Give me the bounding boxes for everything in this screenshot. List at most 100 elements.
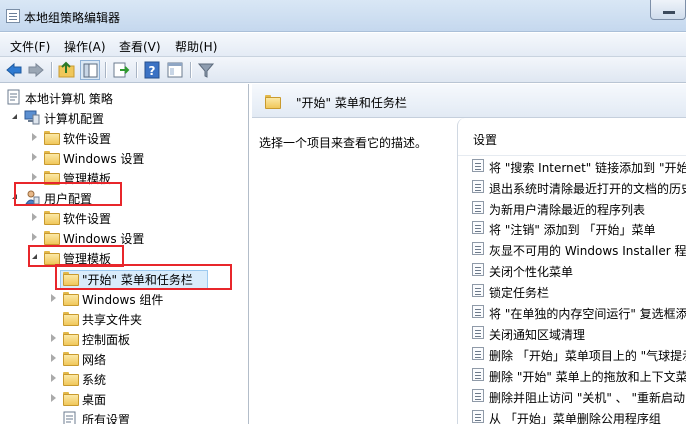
menu-file[interactable]: 文件(F) (10, 38, 50, 55)
collapse-arrow-icon[interactable] (32, 233, 37, 241)
tree-item-windows-components[interactable]: Windows 组件 (0, 288, 248, 308)
tree-item-user-config[interactable]: 用户配置 (0, 187, 248, 207)
properties-icon[interactable] (165, 60, 185, 80)
export-icon[interactable] (111, 60, 131, 80)
filter-icon[interactable] (196, 60, 216, 80)
folder-icon (62, 350, 79, 366)
tree-item-computer-config[interactable]: 计算机配置 (0, 107, 248, 127)
folder-icon (43, 229, 60, 245)
tree-label: "开始" 菜单和任务栏 (82, 273, 193, 287)
setting-icon (472, 284, 484, 297)
tree-item-cc-admin[interactable]: 管理模板 (0, 167, 248, 187)
tree-item-control-panel[interactable]: 控制面板 (0, 328, 248, 348)
tree-item-cc-software[interactable]: 软件设置 (0, 127, 248, 147)
collapse-arrow-icon[interactable] (51, 394, 56, 402)
forward-icon[interactable] (26, 60, 46, 80)
setting-row[interactable]: 为新用户清除最近的程序列表 (458, 198, 686, 218)
setting-row[interactable]: 将 "注销" 添加到 「开始」菜单 (458, 218, 686, 238)
tree-item-start-menu[interactable]: "开始" 菜单和任务栏 (0, 268, 248, 288)
minimize-button[interactable] (650, 0, 686, 20)
collapse-arrow-icon[interactable] (32, 133, 37, 141)
menu-view[interactable]: 查看(V) (119, 38, 161, 55)
tree-item-cc-windows[interactable]: Windows 设置 (0, 147, 248, 167)
tree-item-root[interactable]: 本地计算机 策略 (0, 87, 248, 107)
tree-item-network[interactable]: 网络 (0, 348, 248, 368)
setting-icon (472, 305, 484, 318)
collapse-arrow-icon[interactable] (32, 213, 37, 221)
tree-label: 用户配置 (44, 192, 93, 206)
setting-row[interactable]: 将 "搜索 Internet" 链接添加到 "开始 (458, 156, 686, 176)
expand-arrow-icon[interactable] (12, 114, 17, 119)
setting-row[interactable]: 删除并阻止访问 "关机" 、 "重新启动 (458, 386, 686, 406)
menu-help[interactable]: 帮助(H) (175, 38, 217, 55)
setting-row[interactable]: 将 "在单独的内存空间运行" 复选框添 (458, 302, 686, 322)
folder-icon (43, 149, 60, 165)
tree-item-all-settings[interactable]: 所有设置 (0, 408, 248, 424)
tree-label: Windows 设置 (63, 232, 145, 246)
collapse-arrow-icon[interactable] (32, 153, 37, 161)
svg-text:?: ? (149, 64, 156, 78)
tree-label: 网络 (82, 353, 107, 367)
setting-row[interactable]: 关闭通知区域清理 (458, 323, 686, 343)
setting-label: 删除 「开始」菜单项目上的 "气球提示 (489, 349, 686, 363)
setting-row[interactable]: 删除 「开始」菜单项目上的 "气球提示 (458, 344, 686, 364)
setting-icon (472, 201, 484, 214)
setting-label: 关闭通知区域清理 (489, 328, 586, 342)
setting-label: 灰显不可用的 Windows Installer 程序 (489, 244, 686, 258)
details-title: "开始" 菜单和任务栏 (296, 96, 407, 110)
menu-bar: 文件(F) 操作(A) 查看(V) 帮助(H) (0, 33, 686, 57)
collapse-arrow-icon[interactable] (32, 173, 37, 181)
setting-row[interactable]: 退出系统时清除最近打开的文档的历史 (458, 177, 686, 197)
setting-label: 退出系统时清除最近打开的文档的历史 (489, 182, 686, 196)
folder-icon (43, 169, 60, 185)
window-title: 本地组策略编辑器 (24, 11, 121, 25)
tree-item-uc-software[interactable]: 软件设置 (0, 207, 248, 227)
collapse-arrow-icon[interactable] (51, 294, 56, 302)
up-folder-icon[interactable] (57, 60, 77, 80)
setting-row[interactable]: 灰显不可用的 Windows Installer 程序 (458, 239, 686, 259)
setting-row[interactable]: 删除 "开始" 菜单上的拖放和上下文菜 (458, 365, 686, 385)
folder-icon (43, 249, 60, 265)
tree-item-system[interactable]: 系统 (0, 368, 248, 388)
menu-action[interactable]: 操作(A) (64, 38, 106, 55)
folder-icon (43, 209, 60, 225)
details-pane: "开始" 菜单和任务栏 选择一个项目来查看它的描述。 设置 将 "搜索 Inte… (252, 84, 686, 424)
setting-row[interactable]: 从 「开始」菜单删除公用程序组 (458, 407, 686, 424)
folder-icon (62, 290, 79, 306)
collapse-arrow-icon[interactable] (51, 354, 56, 362)
back-icon[interactable] (4, 60, 24, 80)
setting-icon (472, 180, 484, 193)
settings-list: 设置 将 "搜索 Internet" 链接添加到 "开始 退出系统时清除最近打开… (457, 118, 686, 424)
setting-label: 将 "搜索 Internet" 链接添加到 "开始 (489, 161, 686, 175)
setting-row[interactable]: 关闭个性化菜单 (458, 260, 686, 280)
folder-icon (264, 93, 281, 109)
folder-icon (62, 270, 79, 286)
folder-icon (62, 390, 79, 406)
help-icon[interactable]: ? (142, 60, 162, 80)
setting-label: 从 「开始」菜单删除公用程序组 (489, 412, 661, 424)
setting-label: 为新用户清除最近的程序列表 (489, 203, 646, 217)
settings-list-icon (62, 410, 78, 424)
tree-label: Windows 组件 (82, 293, 164, 307)
collapse-arrow-icon[interactable] (51, 334, 56, 342)
details-header: "开始" 菜单和任务栏 (252, 84, 686, 118)
tree-label: 计算机配置 (44, 112, 105, 126)
collapse-arrow-icon[interactable] (51, 374, 56, 382)
expand-arrow-icon[interactable] (32, 254, 37, 259)
show-tree-icon[interactable] (80, 60, 100, 80)
setting-row[interactable]: 锁定任务栏 (458, 281, 686, 301)
tree-label: 所有设置 (82, 413, 131, 424)
user-icon (24, 189, 40, 205)
tree-item-desktop[interactable]: 桌面 (0, 388, 248, 408)
settings-column-header[interactable]: 设置 (458, 118, 686, 156)
expand-arrow-icon[interactable] (12, 194, 17, 199)
tree-item-uc-admin[interactable]: 管理模板 (0, 247, 248, 267)
tree-label: 软件设置 (63, 132, 112, 146)
tree-item-shared-folders[interactable]: 共享文件夹 (0, 308, 248, 328)
folder-icon (62, 330, 79, 346)
app-icon (6, 9, 20, 23)
setting-icon (472, 410, 484, 423)
tree-item-uc-windows[interactable]: Windows 设置 (0, 227, 248, 247)
folder-icon (43, 129, 60, 145)
title-bar: 本地组策略编辑器 (0, 0, 686, 32)
